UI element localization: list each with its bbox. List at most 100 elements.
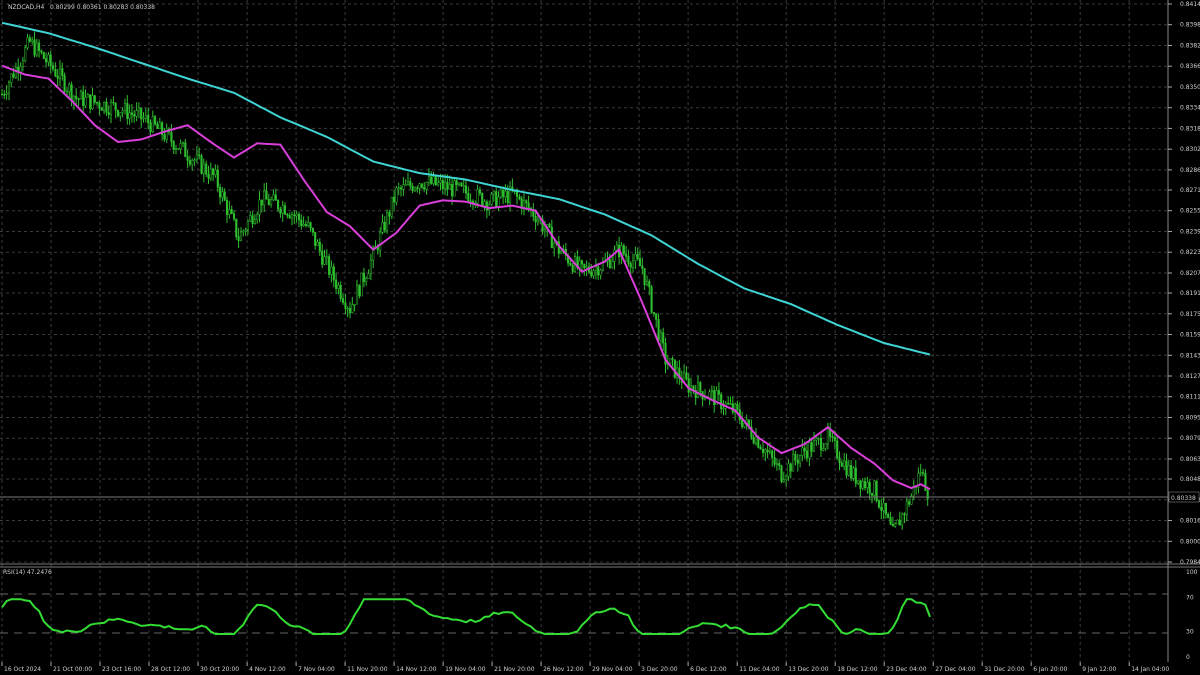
- candle-body: [515, 191, 519, 197]
- candle-body: [100, 107, 103, 111]
- candle-body: [188, 160, 191, 165]
- candle-body: [569, 263, 572, 266]
- candle-body: [413, 187, 417, 192]
- time-tick-label: 28 Oct 12:00: [151, 666, 190, 673]
- candle-body: [70, 84, 73, 102]
- candle-body: [58, 68, 62, 79]
- time-tick-label: 9 Jan 12:00: [1082, 666, 1116, 673]
- candle-body: [418, 183, 421, 189]
- candle-body: [462, 185, 465, 187]
- time-tick-label: 7 Nov 04:00: [298, 666, 335, 673]
- time-tick-label: 3 Dec 20:00: [641, 666, 678, 673]
- candle-body: [425, 182, 428, 190]
- candle-body: [21, 60, 24, 67]
- trading-chart[interactable]: 0.84145 0.83985 0.83825 0.83665 0.83505 0.833…: [0, 0, 1200, 675]
- candle-body: [819, 438, 823, 451]
- candle-body: [768, 450, 771, 453]
- candle-body: [360, 272, 363, 297]
- candle-body: [873, 480, 876, 496]
- rsi-label: RSI(14) 47.2476: [3, 569, 52, 576]
- price-tick-label: 0.81115: [1180, 394, 1200, 401]
- candle-body: [597, 266, 600, 276]
- candle-body: [457, 182, 461, 186]
- candle-body: [323, 256, 326, 265]
- candle-body: [12, 73, 15, 78]
- candle-body: [386, 212, 389, 231]
- candle-body: [439, 180, 442, 183]
- candle-body: [799, 455, 802, 464]
- candle-body: [193, 159, 196, 162]
- candle-body: [578, 260, 581, 268]
- candle-body: [235, 218, 238, 237]
- candle-body: [805, 450, 809, 459]
- candle-body: [657, 319, 660, 341]
- candle-body: [114, 102, 117, 111]
- chart-background: [0, 0, 1200, 675]
- candle-body: [314, 232, 317, 246]
- price-tick-label: 0.81915: [1180, 290, 1200, 297]
- candle-body: [330, 266, 333, 275]
- candle-body: [31, 39, 34, 42]
- candle-body: [253, 219, 256, 224]
- candle-body: [260, 199, 263, 206]
- candle-body: [179, 143, 182, 150]
- candle-body: [506, 191, 509, 203]
- price-tick-label: 0.84145: [1180, 1, 1200, 8]
- candle-body: [223, 191, 226, 201]
- candle-body: [752, 437, 755, 444]
- candle-body: [854, 467, 857, 484]
- candle-body: [135, 110, 138, 117]
- candle-body: [845, 460, 848, 476]
- time-tick-label: 14 Nov 12:00: [396, 666, 437, 673]
- candle-body: [896, 519, 899, 525]
- candle-body: [281, 205, 284, 214]
- candle-body: [311, 227, 314, 233]
- candle-body: [889, 517, 892, 525]
- candle-body: [202, 163, 205, 174]
- price-tick-label: 0.83665: [1180, 63, 1200, 70]
- candle-body: [905, 501, 908, 515]
- candle-body: [859, 480, 862, 489]
- candle-body: [525, 200, 528, 204]
- candle-body: [54, 68, 57, 77]
- candle-body: [833, 436, 836, 441]
- candle-body: [599, 269, 602, 276]
- candle-body: [448, 184, 451, 190]
- candle-body: [128, 112, 131, 119]
- candle-body: [861, 481, 864, 489]
- time-tick-label: 14 Jan 04:00: [1131, 666, 1169, 673]
- price-tick-label: 0.82865: [1180, 167, 1200, 174]
- candle-body: [84, 96, 87, 107]
- candle-body: [662, 332, 665, 344]
- candle-body: [731, 403, 734, 413]
- time-tick-label: 19 Nov 04:00: [445, 666, 486, 673]
- candle-body: [184, 142, 187, 158]
- candle-body: [144, 115, 147, 119]
- candle-body: [625, 253, 628, 257]
- candle-body: [207, 173, 210, 179]
- rsi-tick-label: 30: [1186, 629, 1194, 636]
- time-tick-label: 4 Nov 12:00: [249, 666, 286, 673]
- candle-body: [279, 208, 282, 214]
- candle-body: [420, 183, 423, 188]
- candle-body: [107, 111, 110, 115]
- candle-body: [685, 372, 688, 379]
- time-tick-label: 23 Oct 16:00: [102, 666, 141, 673]
- candle-body: [277, 200, 280, 210]
- candle-body: [423, 187, 426, 190]
- time-tick-label: 23 Dec 04:00: [886, 666, 927, 673]
- candle-body: [638, 258, 642, 267]
- candle-body: [659, 332, 662, 341]
- candle-body: [571, 264, 574, 272]
- candle-body: [237, 236, 240, 241]
- candle-body: [817, 438, 820, 440]
- current-price-label: 0.80338: [1171, 495, 1196, 502]
- candle-body: [822, 448, 825, 451]
- candle-body: [446, 181, 449, 190]
- candle-body: [91, 95, 94, 109]
- candle-body: [810, 442, 813, 452]
- candle-body: [713, 390, 716, 406]
- candle-body: [172, 141, 175, 150]
- candle-body: [56, 75, 59, 79]
- candle-body: [140, 107, 143, 120]
